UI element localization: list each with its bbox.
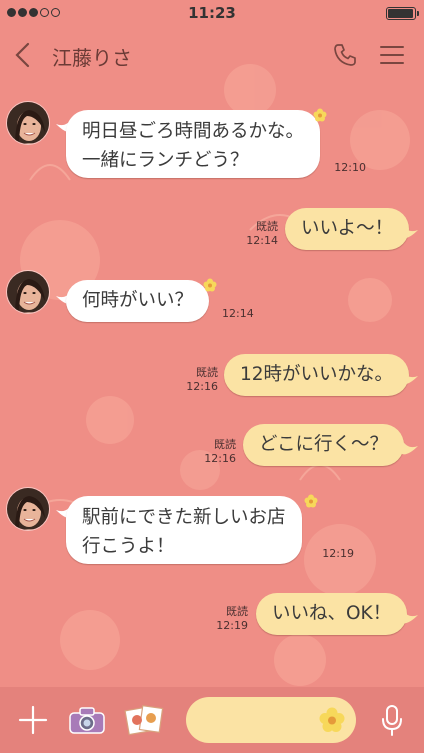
status-bar: 11:23 [0,0,424,26]
message-input[interactable] [186,697,356,743]
incoming-message-bubble[interactable]: 駅前にできた新しいお店 行こうよ！ [66,496,302,564]
message-line: 行こうよ！ [82,536,175,557]
chat-header: 江藤りさ [0,30,424,82]
chevron-left-icon[interactable] [8,38,38,72]
message-time: 12:19 [216,619,248,632]
hamburger-menu-icon[interactable] [380,44,404,66]
friend-avatar[interactable] [6,487,50,531]
read-receipt: 既読 [196,366,218,379]
phone-icon[interactable] [332,42,358,68]
plus-icon[interactable] [18,705,48,735]
message-time: 12:10 [334,161,366,174]
message-time: 12:19 [322,547,354,560]
photo-album-icon[interactable] [124,703,164,737]
camera-icon[interactable] [68,705,106,735]
outgoing-message-bubble[interactable]: どこに行く〜？ [243,424,404,466]
message-line: 明日昼ごろ時間あるかな。 [82,121,305,142]
message-line: 駅前にできた新しいお店 [82,507,286,528]
message-time: 12:14 [222,307,254,320]
status-time: 11:23 [188,4,236,22]
bubble-tail [402,224,418,239]
incoming-message-bubble[interactable]: 何時がいい？ [66,280,210,322]
message-time: 12:16 [186,380,218,393]
message-line: 一緒にランチどう？ [82,150,249,171]
message-time: 12:14 [246,234,278,247]
chat-title: 江藤りさ [52,46,132,70]
bubble-tail [402,609,418,624]
message-time: 12:16 [204,452,236,465]
flower-sticker-icon [304,494,318,508]
outgoing-message-bubble[interactable]: いいよ〜！ [285,208,410,250]
friend-avatar[interactable] [6,101,50,145]
bubble-tail [402,370,418,385]
flower-sticker-icon [313,108,327,122]
bubble-tail [402,440,418,455]
microphone-icon[interactable] [380,704,404,738]
message-line: 何時がいい？ [82,290,194,311]
read-receipt: 既読 [214,438,236,451]
outgoing-message-bubble[interactable]: いいね、OK！ [256,593,408,635]
message-input-bar [0,687,424,753]
incoming-message-bubble[interactable]: 明日昼ごろ時間あるかな。 一緒にランチどう？ [66,110,321,178]
flower-sticker-icon [203,278,217,292]
friend-avatar[interactable] [6,270,50,314]
read-receipt: 既読 [226,605,248,618]
outgoing-message-bubble[interactable]: 12時がいいかな。 [224,354,410,396]
emoji-icon[interactable] [319,707,345,733]
read-receipt: 既読 [256,220,278,233]
battery-icon [386,7,419,20]
